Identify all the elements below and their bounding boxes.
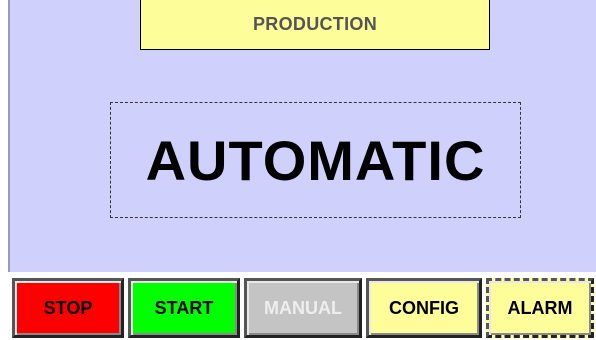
page-title: PRODUCTION — [140, 0, 490, 50]
button-bar: STOP START MANUAL CONFIG ALARM — [8, 274, 596, 340]
main-panel: PRODUCTION AUTOMATIC — [8, 0, 596, 272]
alarm-button[interactable]: ALARM — [486, 278, 594, 338]
start-button[interactable]: START — [128, 278, 240, 338]
config-button[interactable]: CONFIG — [366, 278, 482, 338]
manual-button[interactable]: MANUAL — [244, 278, 362, 338]
hmi-screen: PRODUCTION AUTOMATIC STOP START MANUAL C… — [0, 0, 596, 340]
mode-indicator: AUTOMATIC — [110, 102, 521, 218]
stop-button[interactable]: STOP — [12, 278, 124, 338]
